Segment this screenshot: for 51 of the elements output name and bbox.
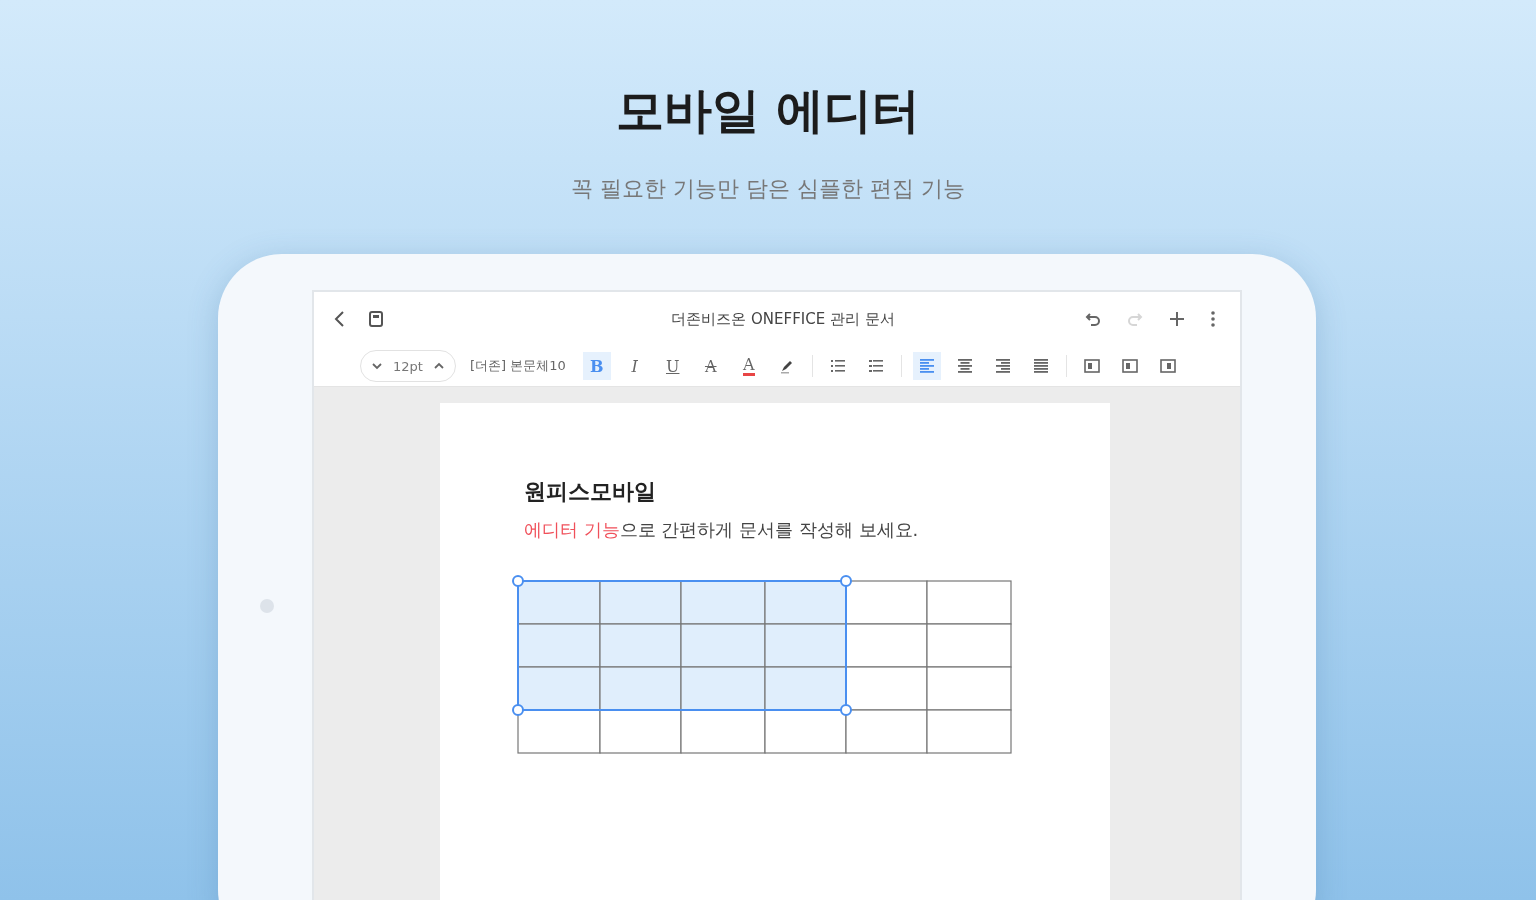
table-cell[interactable] bbox=[599, 666, 682, 711]
plus-icon bbox=[1168, 310, 1186, 328]
table-cell[interactable] bbox=[845, 623, 928, 668]
table-cell[interactable] bbox=[517, 709, 601, 754]
undo-icon bbox=[1084, 310, 1102, 328]
table-cell[interactable] bbox=[764, 666, 847, 711]
align-icon bbox=[918, 359, 935, 373]
font-color-button[interactable]: A bbox=[734, 352, 763, 380]
table-cell[interactable] bbox=[680, 709, 766, 754]
indent-icon bbox=[1159, 359, 1176, 373]
redo-icon bbox=[1126, 310, 1144, 328]
strikethrough-button[interactable]: A bbox=[696, 352, 725, 380]
table-cell[interactable] bbox=[517, 623, 601, 668]
italic-button[interactable]: I bbox=[620, 352, 649, 380]
table-cell[interactable] bbox=[926, 623, 1012, 668]
table-cell[interactable] bbox=[599, 623, 682, 668]
table-cell[interactable] bbox=[680, 580, 766, 625]
table-cell[interactable] bbox=[764, 709, 847, 754]
table-cell[interactable] bbox=[845, 666, 928, 711]
table-cell[interactable] bbox=[680, 623, 766, 668]
align-icon bbox=[956, 359, 973, 373]
list-icon bbox=[867, 359, 884, 373]
table-cell[interactable] bbox=[845, 580, 928, 625]
headline: 모바일 에디터 bbox=[615, 81, 921, 140]
underline-button[interactable]: U bbox=[658, 352, 687, 380]
table-cell[interactable] bbox=[680, 666, 766, 711]
chevron-down-icon[interactable] bbox=[371, 362, 383, 370]
align-icon bbox=[1032, 359, 1049, 373]
indent-icon bbox=[1083, 359, 1100, 373]
table-cell[interactable] bbox=[764, 623, 847, 668]
table-cell[interactable] bbox=[845, 709, 928, 754]
document-sentence: 에디터 기능으로 간편하게 문서를 작성해 보세요. bbox=[524, 518, 920, 542]
align-left-button[interactable] bbox=[912, 352, 941, 380]
align-icon bbox=[994, 359, 1011, 373]
document-title: 더존비즈온 ONEFFICE 관리 문서 bbox=[670, 309, 896, 329]
indent-icon bbox=[1121, 359, 1138, 373]
more-icon bbox=[1210, 310, 1216, 328]
subtitle: 꼭 필요한 기능만 담은 심플한 편집 기능 bbox=[571, 175, 965, 203]
list-icon bbox=[829, 359, 846, 373]
table-cell[interactable] bbox=[926, 580, 1012, 625]
table-cell[interactable] bbox=[517, 666, 601, 711]
pen-icon bbox=[778, 358, 795, 374]
table-cell[interactable] bbox=[926, 666, 1012, 711]
document-heading: 원피스모바일 bbox=[524, 478, 657, 506]
chevron-up-icon[interactable] bbox=[432, 362, 445, 370]
table-cell[interactable] bbox=[926, 709, 1012, 754]
paragraph-style-dropdown[interactable]: [더존] 본문체10 bbox=[467, 355, 568, 377]
font-size-value: 12pt bbox=[393, 358, 423, 374]
save-icon bbox=[368, 310, 384, 328]
table-cell[interactable] bbox=[599, 709, 682, 754]
selection-outline[interactable] bbox=[512, 575, 852, 716]
